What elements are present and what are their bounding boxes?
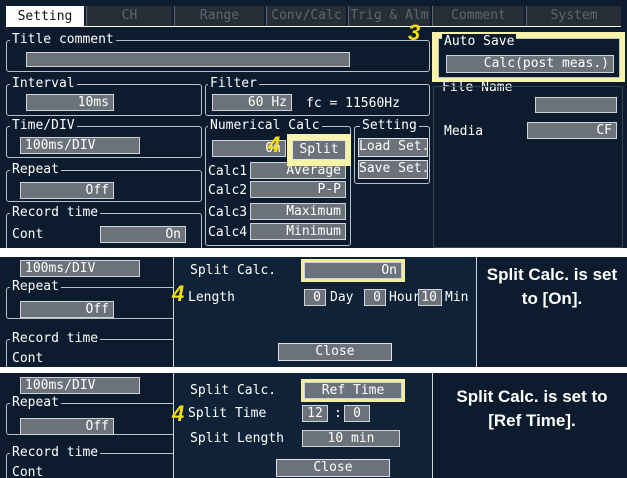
tab-setting[interactable]: Setting — [6, 6, 84, 26]
step-4-marker: 4 — [268, 132, 281, 157]
calc2-field[interactable]: P-P — [250, 181, 346, 198]
record-time-mode: Cont — [12, 227, 44, 242]
step-4-marker: 4 — [172, 401, 185, 426]
split-calc-highlight — [301, 259, 405, 282]
split-calc-highlight — [301, 379, 405, 402]
fc-readout: fc = 11560Hz — [306, 96, 400, 111]
split-time-separator: : — [334, 406, 342, 421]
right-panel-frame — [433, 86, 623, 248]
split-length-field[interactable]: 10 min — [302, 430, 400, 447]
repeat-label: Repeat — [10, 395, 61, 411]
filter-label: Filter — [208, 76, 259, 92]
split-button[interactable]: Split — [292, 140, 346, 160]
record-time-label: Record time — [10, 205, 101, 221]
tab-range[interactable]: Range — [174, 6, 264, 26]
hour-unit: Hour — [389, 290, 421, 305]
split-length-label: Split Length — [190, 431, 284, 446]
filter-field[interactable]: 60 Hz — [212, 94, 292, 111]
step-4-marker: 4 — [172, 281, 185, 306]
record-time-field[interactable]: On — [100, 226, 186, 243]
timediv-field[interactable]: 100ms/DIV — [20, 260, 140, 277]
split-calc-ref-time-screen: 100ms/DIV Repeat Off Record time Cont Sp… — [0, 373, 627, 478]
save-set-button[interactable]: Save Set. — [358, 160, 429, 179]
interval-field[interactable]: 10ms — [26, 94, 114, 111]
timediv-field[interactable]: 100ms/DIV — [20, 137, 140, 154]
split-calc-on-screen: 100ms/DIV Repeat Off Record time Cont Sp… — [0, 257, 627, 367]
calc4-field[interactable]: Minimum — [250, 223, 346, 240]
min-field[interactable]: 10 — [418, 289, 442, 306]
tab-conv-calc[interactable]: Conv/Calc — [266, 6, 346, 26]
record-time-label: Record time — [10, 331, 101, 347]
split-time-min-field[interactable]: 0 — [344, 405, 370, 422]
interval-label: Interval — [10, 76, 77, 92]
step-description: Split Calc. is set to [On]. — [486, 265, 618, 308]
split-calc-label: Split Calc. — [190, 383, 277, 398]
title-comment-field[interactable] — [26, 52, 350, 67]
split-time-label: Split Time — [188, 406, 267, 421]
title-comment-label: Title comment — [10, 32, 116, 48]
day-field[interactable]: 0 — [304, 289, 326, 306]
record-time-mode: Cont — [12, 351, 44, 366]
calc3-field[interactable]: Maximum — [250, 203, 346, 220]
calc2-label: Calc2 — [208, 183, 248, 198]
numerical-calc-label: Numerical Calc — [208, 118, 322, 134]
load-set-button[interactable]: Load Set. — [358, 138, 429, 157]
step-description: Split Calc. is set to [Ref Time]. — [456, 387, 608, 430]
settings-screen: Setting CH Range Conv/Calc Trig & Alm Co… — [0, 0, 627, 248]
step-3-marker: 3 — [408, 20, 421, 45]
timediv-label: Time/DIV — [10, 118, 77, 134]
calc1-label: Calc1 — [208, 164, 248, 179]
close-button[interactable]: Close — [276, 459, 390, 477]
tab-system[interactable]: System — [526, 6, 621, 26]
calc3-label: Calc3 — [208, 205, 248, 220]
auto-save-label: Auto Save — [442, 34, 517, 50]
repeat-field[interactable]: Off — [20, 418, 114, 435]
hour-field[interactable]: 0 — [364, 289, 386, 306]
close-button[interactable]: Close — [278, 343, 392, 361]
split-time-hour-field[interactable]: 12 — [302, 405, 328, 422]
calc4-label: Calc4 — [208, 225, 248, 240]
tab-comment[interactable]: Comment — [432, 6, 524, 26]
repeat-field[interactable]: Off — [20, 301, 114, 318]
repeat-label: Repeat — [10, 279, 61, 295]
day-unit: Day — [330, 290, 354, 305]
record-time-mode: Cont — [12, 465, 44, 478]
record-time-label: Record time — [10, 445, 101, 461]
repeat-field[interactable]: Off — [20, 182, 114, 199]
auto-save-field[interactable]: Calc(post meas.) — [446, 55, 614, 73]
min-unit: Min — [445, 290, 469, 305]
length-label: Length — [188, 290, 235, 305]
tab-ch[interactable]: CH — [86, 6, 172, 26]
setting-label: Setting — [360, 118, 419, 134]
timediv-field[interactable]: 100ms/DIV — [20, 377, 140, 394]
split-calc-label: Split Calc. — [190, 263, 277, 278]
repeat-label: Repeat — [10, 162, 61, 178]
tab-underline — [6, 26, 621, 27]
